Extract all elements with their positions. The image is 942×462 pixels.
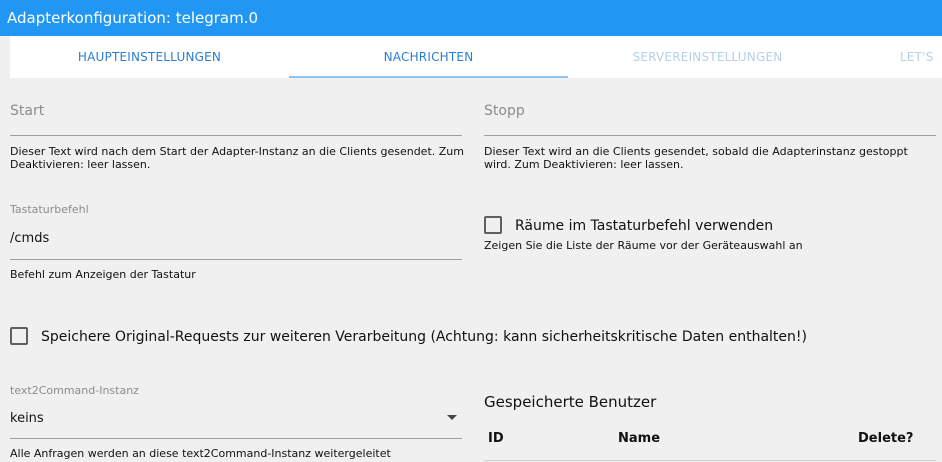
save-requests-checkbox[interactable]: [10, 327, 28, 345]
saved-users-title: Gespeicherte Benutzer: [484, 393, 657, 411]
start-label: Start: [10, 103, 45, 119]
stop-input-underline: [484, 135, 936, 136]
users-column-name: Name: [618, 431, 661, 446]
stop-helper-text: Dieser Text wird an die Clients gesendet…: [484, 145, 908, 171]
stop-input[interactable]: [484, 118, 936, 134]
tab-bar: HAUPTEINSTELLUNGEN NACHRICHTEN SERVEREIN…: [10, 36, 942, 78]
users-column-delete: Delete?: [858, 431, 914, 446]
tab-main-settings[interactable]: HAUPTEINSTELLUNGEN: [10, 36, 289, 78]
keyboard-command-helper: Befehl zum Anzeigen der Tastatur: [10, 268, 196, 281]
rooms-helper-text: Zeigen Sie die Liste der Räume vor der G…: [484, 239, 803, 252]
tab-lets-encrypt[interactable]: LET'S E: [847, 36, 942, 78]
start-helper-text: Dieser Text wird nach dem Start der Adap…: [10, 145, 464, 171]
tab-server-settings[interactable]: SERVEREINSTELLUNGEN: [568, 36, 847, 78]
users-table-header-divider: [484, 460, 936, 461]
start-input-underline: [10, 135, 462, 136]
users-column-id: ID: [488, 431, 504, 446]
keyboard-command-input[interactable]: /cmds: [10, 231, 462, 246]
text2command-label: text2Command-Instanz: [10, 384, 139, 397]
keyboard-command-underline: [10, 259, 462, 260]
keyboard-command-label: Tastaturbefehl: [10, 203, 89, 216]
text2command-underline: [10, 438, 462, 439]
save-requests-label: Speichere Original-Requests zur weiteren…: [41, 329, 807, 345]
rooms-checkbox[interactable]: [484, 216, 502, 234]
window-title: Adapterkonfiguration: telegram.0: [7, 9, 259, 27]
text2command-helper: Alle Anfragen werden an diese text2Comma…: [10, 447, 391, 460]
stop-label: Stopp: [484, 103, 525, 119]
tab-messages[interactable]: NACHRICHTEN: [289, 36, 568, 78]
chevron-down-icon[interactable]: [447, 415, 457, 420]
window-title-bar: Adapterkonfiguration: telegram.0: [0, 0, 942, 36]
text2command-select[interactable]: keins: [10, 411, 462, 426]
start-input[interactable]: [10, 118, 462, 134]
rooms-checkbox-label: Räume im Tastaturbefehl verwenden: [515, 218, 774, 234]
